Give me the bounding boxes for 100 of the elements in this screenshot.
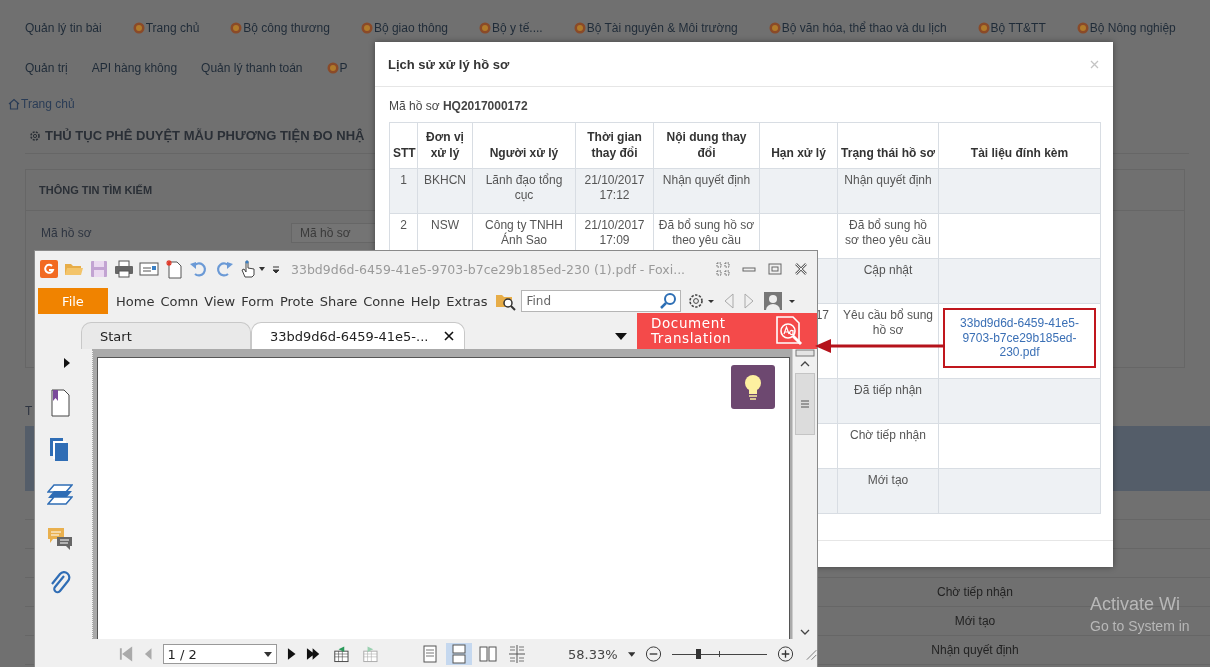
nav-link[interactable]: Quản lý tin bài bbox=[25, 21, 102, 35]
table-cell: Yêu cầu bổ sung hồ sơ bbox=[837, 303, 939, 378]
ribbon-tab[interactable]: Extras bbox=[440, 293, 488, 309]
page-title: THỦ TỤC PHÊ DUYỆT MẪU PHƯƠNG TIỆN ĐO NHẬ bbox=[45, 128, 365, 143]
table-cell-text: Chờ tiếp nhận bbox=[936, 585, 1014, 599]
nav-link[interactable]: Quản lý thanh toán bbox=[201, 61, 303, 75]
settings-icon[interactable] bbox=[687, 292, 716, 310]
emblem-icon bbox=[326, 62, 339, 74]
nav-link[interactable]: Bộ công thương bbox=[230, 21, 330, 35]
caret-icon[interactable] bbox=[615, 333, 627, 341]
app-logo-icon[interactable] bbox=[39, 259, 59, 279]
column-header: Đơn vị xử lý bbox=[417, 122, 473, 169]
back-view-icon[interactable] bbox=[331, 645, 351, 663]
column-header: Nội dung thay đổi bbox=[653, 122, 760, 169]
column-header: Người xử lý bbox=[472, 122, 576, 169]
undo-icon[interactable] bbox=[189, 259, 209, 279]
lightbulb-icon[interactable] bbox=[731, 365, 775, 409]
activation-title: Activate Wi bbox=[1090, 594, 1182, 615]
envelope-icon[interactable] bbox=[139, 259, 159, 279]
nav-link[interactable]: Bộ giao thông bbox=[360, 21, 448, 35]
slider-thumb[interactable] bbox=[695, 649, 701, 659]
nav-link[interactable]: P bbox=[326, 61, 348, 75]
nav-link[interactable]: Bộ Tài nguyên & Môi trường bbox=[573, 21, 738, 35]
zoom-out-icon[interactable] bbox=[645, 645, 663, 663]
attachment-link[interactable]: 33bd9d6d-6459-41e5-9703-b7ce29b185ed-230.pdf bbox=[943, 308, 1096, 368]
nav-link[interactable]: API hàng không bbox=[91, 61, 178, 75]
pages-icon[interactable] bbox=[48, 437, 71, 463]
translate-icon bbox=[773, 315, 805, 347]
table-cell: Đã bổ sung hồ sơ theo yêu cầu bbox=[837, 213, 939, 259]
print-icon[interactable] bbox=[114, 259, 134, 279]
last-page-icon[interactable] bbox=[306, 646, 322, 662]
table-cell: Nhận quyết định bbox=[653, 168, 760, 214]
new-document-icon[interactable] bbox=[164, 259, 184, 279]
breadcrumb-link[interactable]: Trang chủ bbox=[8, 97, 75, 111]
column-header: Tài liệu đính kèm bbox=[938, 122, 1101, 169]
nav-link[interactable]: Bộ Nông nghiệp bbox=[1076, 21, 1176, 35]
document-tab[interactable]: 33bd9d6d-6459-41e5-... bbox=[251, 322, 466, 349]
expand-icon[interactable] bbox=[62, 357, 71, 369]
bookmark-icon[interactable] bbox=[48, 389, 71, 417]
table-cell: BKHCN bbox=[417, 168, 473, 214]
close-icon[interactable] bbox=[444, 331, 455, 341]
nav-link[interactable]: Trang chủ bbox=[132, 21, 200, 35]
ribbon-tab[interactable]: Help bbox=[404, 293, 441, 309]
grip-icon bbox=[800, 400, 810, 408]
search-icon[interactable] bbox=[660, 292, 679, 310]
file-menu-button[interactable]: File bbox=[38, 288, 108, 314]
redo-icon[interactable] bbox=[214, 259, 234, 279]
emblem-icon bbox=[360, 22, 373, 34]
table-cell: Cập nhật bbox=[837, 258, 939, 304]
document-tab[interactable]: Start bbox=[81, 322, 251, 349]
gear-icon bbox=[29, 129, 41, 142]
table-cell: Chờ tiếp nhận bbox=[837, 423, 939, 468]
caret-icon[interactable] bbox=[627, 651, 636, 657]
ribbon-tab[interactable]: Form bbox=[235, 293, 274, 309]
ribbon-tab[interactable]: Comn bbox=[154, 293, 199, 309]
record-code: Mã hồ sơ HQ2017000172 bbox=[389, 99, 529, 113]
maximize-icon[interactable] bbox=[767, 261, 783, 277]
layers-icon[interactable] bbox=[46, 483, 73, 507]
emblem-icon bbox=[230, 22, 243, 34]
table-cell: Đã tiếp nhận bbox=[837, 378, 939, 423]
account-icon[interactable] bbox=[763, 291, 798, 311]
view-mode-button[interactable] bbox=[446, 643, 472, 665]
window-title: 33bd9d6d-6459-41e5-9703-b7ce29b185ed-230 (1).pdf - Foxi... bbox=[291, 261, 687, 277]
emblem-icon bbox=[977, 22, 990, 34]
ribbon-tab[interactable]: Share bbox=[313, 293, 358, 309]
zoom-slider[interactable] bbox=[672, 648, 767, 660]
table-cell-text: Mới tạo bbox=[953, 614, 997, 628]
table-cell: Lãnh đạo tổng cục bbox=[472, 168, 576, 214]
panel-title: THÔNG TIN TÌM KIẾM bbox=[39, 184, 153, 196]
ribbon-tab[interactable]: View bbox=[198, 293, 236, 309]
ribbon-tab[interactable]: Prote bbox=[273, 293, 314, 309]
page-number-field[interactable]: 1 / 2 bbox=[162, 644, 277, 664]
ribbon-tab[interactable]: Conne bbox=[357, 293, 405, 309]
home-icon bbox=[8, 98, 20, 110]
next-page-icon[interactable] bbox=[286, 646, 297, 662]
nav-link[interactable]: Bộ y tế.... bbox=[479, 21, 543, 35]
column-header: Trạng thái hồ sơ bbox=[837, 122, 939, 169]
emblem-icon bbox=[573, 22, 586, 34]
table-cell: Nhận quyết định bbox=[837, 168, 939, 214]
dialog-title: Lịch sử xử lý hồ sơ bbox=[388, 56, 510, 72]
nav-link[interactable]: Bộ văn hóa, thể thao và du lịch bbox=[768, 21, 947, 35]
section-title: T bbox=[25, 404, 33, 420]
nav-link[interactable]: Quản trị bbox=[25, 61, 68, 75]
column-header: STT bbox=[389, 122, 418, 169]
zoom-in-icon[interactable] bbox=[776, 645, 794, 663]
emblem-icon bbox=[132, 22, 145, 34]
table-cell: 21/10/2017 17:12 bbox=[575, 168, 654, 214]
find-field[interactable]: Find bbox=[521, 290, 682, 312]
hand-tool-icon[interactable] bbox=[239, 259, 267, 279]
emblem-icon bbox=[1076, 22, 1089, 34]
split-handle-icon[interactable] bbox=[795, 349, 815, 357]
column-header: Thời gian thay đổi bbox=[575, 122, 654, 169]
column-header: Hạn xử lý bbox=[759, 122, 838, 169]
emblem-icon bbox=[768, 22, 781, 34]
nav-link[interactable]: Bộ TT&TT bbox=[977, 21, 1046, 35]
scrollbar[interactable] bbox=[792, 349, 817, 639]
ribbon-tab[interactable]: Home bbox=[108, 293, 155, 309]
table-cell: Mới tạo bbox=[837, 468, 939, 513]
translation-banner[interactable]: Document Translation bbox=[637, 313, 817, 349]
comments-icon[interactable] bbox=[46, 527, 73, 551]
